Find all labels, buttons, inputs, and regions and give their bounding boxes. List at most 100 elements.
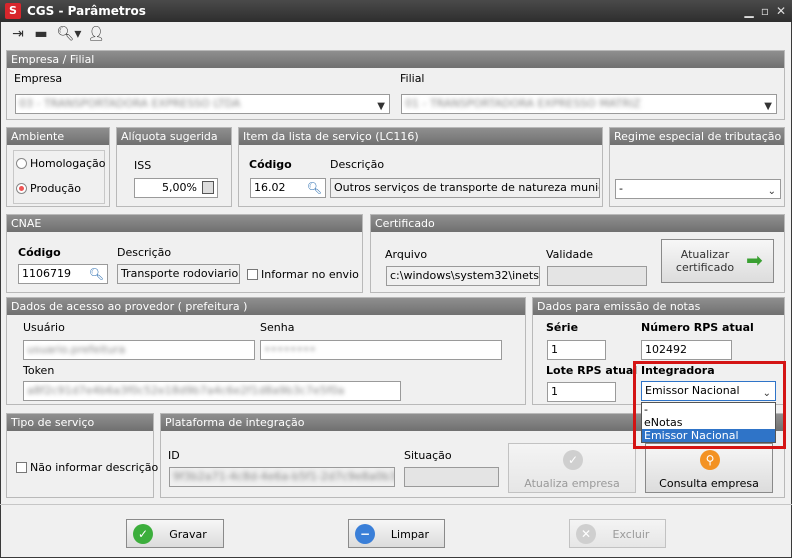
arquivo-value: c:\windows\system32\inetsrv\S bbox=[390, 269, 539, 282]
usuario-value: usuario.prefeitura bbox=[27, 343, 126, 356]
token-label: Token bbox=[23, 364, 55, 377]
magnifier-icon: ⚲ bbox=[700, 450, 720, 470]
consulta-empresa-button[interactable]: ⚲ Consulta empresa bbox=[645, 443, 773, 493]
validade-label: Validade bbox=[546, 248, 593, 261]
chevron-down-icon: ▼ bbox=[764, 101, 772, 112]
arrow-right-icon: ➡ bbox=[746, 248, 763, 272]
lote-rps-label: Lote RPS atual bbox=[546, 364, 638, 377]
filial-label: Filial bbox=[400, 72, 425, 85]
token-input[interactable]: a8f2c91d7e4b6a3f0c52e18d9b7a4c6e2f1d8a9b… bbox=[23, 381, 401, 401]
search-icon[interactable]: 🔍︎ bbox=[89, 265, 104, 283]
zoom-dropdown-icon[interactable]: 🔍︎▾ bbox=[56, 25, 82, 43]
integradora-select[interactable]: Emissor Nacional ⌄ bbox=[641, 381, 776, 401]
title-bar: S CGS - Parâmetros ▁ ▫ ✕ bbox=[0, 0, 792, 22]
limpar-button[interactable]: − Limpar bbox=[348, 519, 445, 548]
integradora-label: Integradora bbox=[641, 364, 715, 377]
certificado-header: Certificado bbox=[371, 215, 784, 232]
cnae-panel: CNAE Código Descrição 1106719 🔍︎ Transpo… bbox=[6, 214, 363, 293]
usuario-input[interactable]: usuario.prefeitura bbox=[23, 340, 255, 360]
item-descricao-field: Outros serviços de transporte de naturez… bbox=[330, 178, 600, 198]
ambiente-panel: Ambiente Homologação Produção bbox=[6, 127, 110, 207]
gravar-button[interactable]: ✓ Gravar bbox=[126, 519, 224, 548]
chevron-down-icon: ⌄ bbox=[762, 388, 771, 399]
calculator-icon[interactable] bbox=[202, 181, 214, 194]
search-icon[interactable]: 🔍︎ bbox=[307, 179, 322, 197]
iss-label: ISS bbox=[134, 159, 152, 172]
item-lista-panel: Item da lista de serviço (LC116) Código … bbox=[238, 127, 603, 207]
serie-input[interactable]: 1 bbox=[547, 340, 606, 360]
cnae-descricao-label: Descrição bbox=[117, 246, 172, 259]
empresa-label: Empresa bbox=[14, 72, 63, 85]
tipo-servico-panel: Tipo de serviço Não informar descrição bbox=[6, 413, 158, 498]
card-icon[interactable]: ▬ bbox=[31, 25, 51, 43]
acesso-panel: Dados de acesso ao provedor ( prefeitura… bbox=[6, 297, 526, 405]
situacao-label: Situação bbox=[404, 449, 452, 462]
chevron-down-icon: ⌄ bbox=[767, 186, 776, 197]
acesso-header: Dados de acesso ao provedor ( prefeitura… bbox=[7, 298, 525, 315]
filial-select[interactable]: 01 - TRANSPORTADORA EXPRESSO MATRIZ ▼ bbox=[401, 94, 777, 114]
iss-value: 5,00% bbox=[162, 181, 197, 194]
regime-select[interactable]: - ⌄ bbox=[615, 179, 781, 199]
cnae-descricao-value: Transporte rodoviario de bbox=[121, 267, 239, 280]
regime-value: - bbox=[619, 182, 623, 195]
ambiente-radio-group: Homologação Produção bbox=[13, 150, 105, 204]
iss-input[interactable]: 5,00% bbox=[134, 178, 218, 198]
integradora-option-selected[interactable]: Emissor Nacional bbox=[642, 429, 775, 442]
cnae-codigo-value: 1106719 bbox=[22, 267, 71, 280]
check-icon: ✓ bbox=[563, 450, 583, 470]
numero-rps-input[interactable]: 102492 bbox=[641, 340, 732, 360]
checkbox-icon bbox=[247, 269, 258, 280]
excluir-button[interactable]: ✕ Excluir bbox=[569, 519, 666, 548]
item-codigo-label: Código bbox=[249, 158, 292, 171]
gravar-label: Gravar bbox=[169, 528, 207, 541]
atualizar-label-2: certificado bbox=[675, 261, 735, 274]
empresa-value: 03 - TRANSPORTADORA EXPRESSO LTDA bbox=[19, 97, 241, 110]
item-codigo-value: 16.02 bbox=[254, 181, 286, 194]
integradora-value: Emissor Nacional bbox=[645, 384, 740, 397]
radio-icon bbox=[16, 158, 27, 169]
lote-rps-input[interactable]: 1 bbox=[547, 382, 616, 402]
emissao-header: Dados para emissão de notas bbox=[533, 298, 784, 315]
senha-input[interactable]: •••••••• bbox=[260, 340, 502, 360]
checkbox-icon bbox=[16, 462, 27, 473]
minimize-icon[interactable]: ▁ bbox=[742, 4, 756, 18]
senha-value: •••••••• bbox=[264, 343, 316, 356]
close-icon[interactable]: ✕ bbox=[774, 4, 788, 18]
ambiente-header: Ambiente bbox=[7, 128, 109, 145]
token-value: a8f2c91d7e4b6a3f0c52e18d9b7a4c6e2f1d8a9b… bbox=[27, 384, 345, 397]
cnae-codigo-label: Código bbox=[18, 246, 61, 259]
consulta-empresa-label: Consulta empresa bbox=[659, 477, 759, 490]
filial-value: 01 - TRANSPORTADORA EXPRESSO MATRIZ bbox=[405, 97, 641, 110]
atualizar-certificado-button[interactable]: Atualizar certificado ➡ bbox=[661, 239, 774, 283]
empresa-filial-header: Empresa / Filial bbox=[7, 51, 784, 68]
exit-icon[interactable]: ⇥ bbox=[8, 25, 28, 43]
nao-informar-label: Não informar descrição bbox=[30, 461, 159, 474]
aliquota-panel: Alíquota sugerida ISS 5,00% bbox=[116, 127, 232, 207]
minus-icon: − bbox=[355, 524, 375, 544]
maximize-icon[interactable]: ▫ bbox=[758, 4, 772, 18]
item-codigo-input[interactable]: 16.02 🔍︎ bbox=[250, 178, 326, 198]
tipo-servico-header: Tipo de serviço bbox=[7, 414, 153, 431]
window-title: CGS - Parâmetros bbox=[27, 4, 146, 18]
user-icon[interactable]: 👤︎ bbox=[86, 25, 106, 43]
atualiza-empresa-button[interactable]: ✓ Atualiza empresa bbox=[508, 443, 636, 493]
serie-label: Série bbox=[546, 321, 579, 334]
producao-label: Produção bbox=[30, 182, 81, 195]
cnae-header: CNAE bbox=[7, 215, 362, 232]
atualiza-empresa-label: Atualiza empresa bbox=[524, 477, 620, 490]
arquivo-field: c:\windows\system32\inetsrv\S bbox=[386, 266, 540, 286]
arquivo-label: Arquivo bbox=[385, 248, 428, 261]
atualizar-label-1: Atualizar bbox=[680, 248, 730, 261]
integradora-dropdown-list: - eNotas Emissor Nacional bbox=[641, 402, 776, 443]
item-lista-header: Item da lista de serviço (LC116) bbox=[239, 128, 602, 145]
lote-rps-value: 1 bbox=[551, 385, 558, 398]
cnae-codigo-input[interactable]: 1106719 🔍︎ bbox=[18, 264, 108, 284]
numero-rps-label: Número RPS atual bbox=[641, 321, 754, 334]
check-icon: ✓ bbox=[133, 524, 153, 544]
senha-label: Senha bbox=[260, 321, 295, 334]
empresa-select[interactable]: 03 - TRANSPORTADORA EXPRESSO LTDA ▼ bbox=[15, 94, 390, 114]
app-icon: S bbox=[5, 3, 21, 19]
integradora-option[interactable]: eNotas bbox=[642, 416, 775, 429]
validade-field bbox=[547, 266, 647, 286]
integradora-option[interactable]: - bbox=[642, 403, 775, 416]
